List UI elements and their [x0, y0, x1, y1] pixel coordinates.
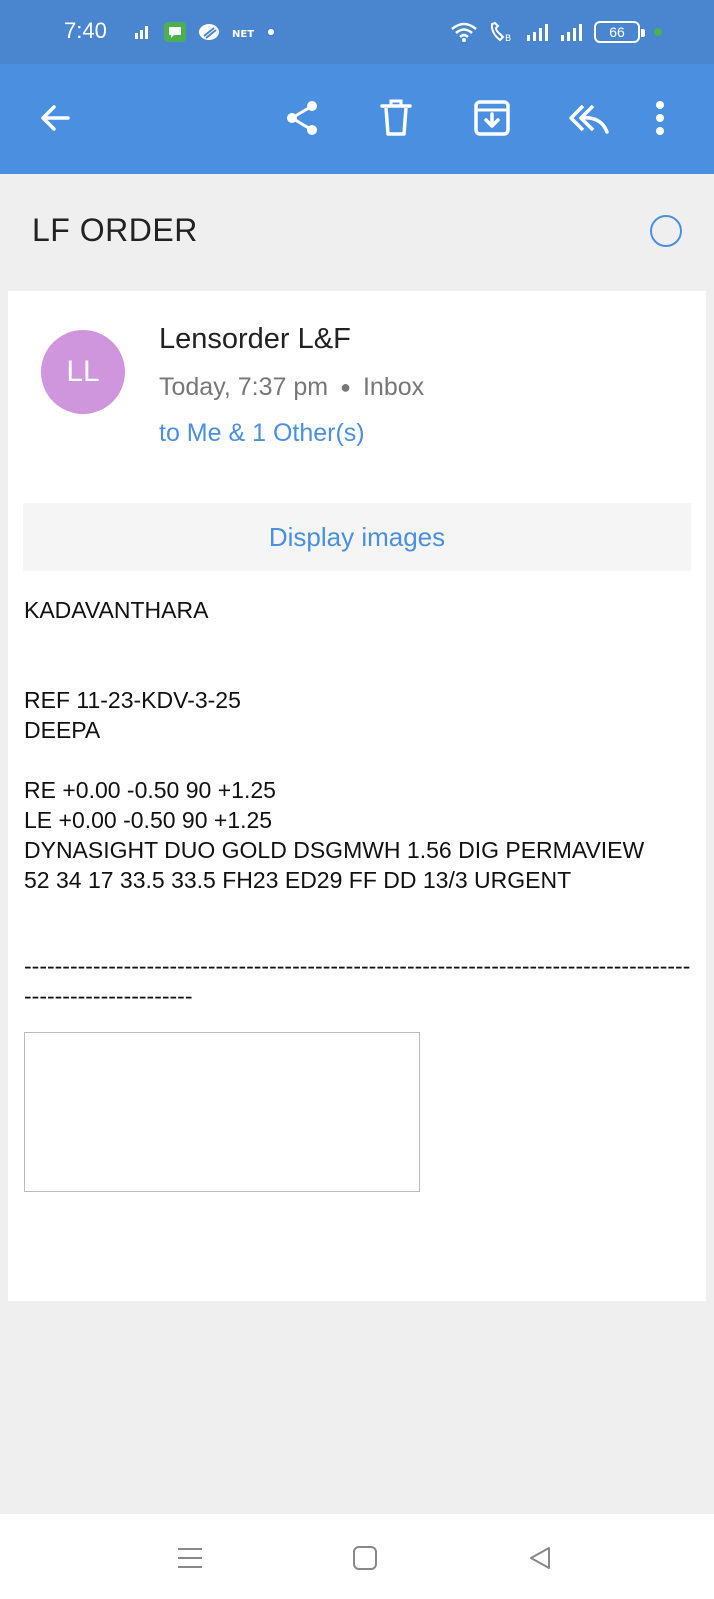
signal-bars-icon — [560, 23, 584, 41]
volte-call-icon: B — [488, 21, 516, 43]
body-line — [24, 625, 692, 655]
share-icon — [287, 101, 317, 135]
signal-small-icon — [134, 25, 152, 39]
menu-icon — [178, 1548, 202, 1568]
status-time: 7:40 — [64, 18, 107, 43]
home-square-icon — [353, 1546, 377, 1570]
battery-level: 66 — [609, 24, 625, 40]
more-vert-icon — [656, 101, 664, 135]
reply-all-icon — [569, 104, 609, 134]
body-line — [24, 655, 692, 685]
trash-icon — [380, 99, 412, 136]
status-left-icons: NET — [134, 20, 274, 44]
delete-button[interactable] — [370, 92, 422, 144]
select-circle-icon[interactable] — [650, 215, 682, 247]
recipients-link[interactable]: to Me & 1 Other(s) — [159, 419, 365, 448]
sender-name: Lensorder L&F — [159, 323, 351, 355]
email-folder: Inbox — [362, 373, 425, 401]
system-back-button[interactable] — [518, 1536, 562, 1580]
back-arrow-icon — [41, 105, 70, 131]
body-line — [24, 745, 692, 775]
recent-apps-button[interactable] — [168, 1536, 212, 1580]
archive-button[interactable] — [466, 92, 518, 144]
body-line: RE +0.00 -0.50 90 +1.25 — [24, 777, 276, 803]
display-images-button[interactable]: Display images — [23, 503, 691, 571]
share-button[interactable] — [276, 92, 328, 144]
avatar[interactable]: LL — [41, 330, 125, 414]
blocked-image-placeholder — [24, 1032, 420, 1192]
dot-icon — [268, 29, 274, 35]
message-icon — [164, 22, 186, 42]
home-button[interactable] — [343, 1536, 387, 1580]
charging-indicator — [654, 28, 662, 36]
email-subject: LF ORDER — [32, 212, 198, 248]
wifi-icon — [450, 21, 478, 43]
bullet-separator: ● — [340, 377, 351, 397]
reply-all-button[interactable] — [562, 92, 614, 144]
body-line: DEEPA — [24, 717, 101, 743]
status-right-icons: B 66 — [450, 18, 662, 46]
email-body: KADAVANTHARA REF 11-23-KDV-3-25 DEEPA RE… — [24, 595, 692, 895]
archive-icon — [474, 100, 510, 136]
back-triangle-icon — [530, 1547, 550, 1569]
pinwheel-icon — [198, 22, 220, 42]
body-line: REF 11-23-KDV-3-25 — [24, 687, 241, 713]
back-button[interactable] — [30, 92, 82, 144]
email-meta: Today, 7:37 pm ● Inbox — [159, 373, 424, 402]
avatar-initials: LL — [66, 355, 100, 388]
signal-bars-icon — [526, 23, 550, 41]
network-icon: NET — [232, 23, 256, 41]
body-line: KADAVANTHARA — [24, 597, 209, 623]
email-time: Today, 7:37 pm — [159, 373, 329, 401]
battery-icon: 66 — [594, 21, 645, 43]
body-line: 52 34 17 33.5 33.5 FH23 ED29 FF DD 13/3 … — [24, 867, 572, 893]
status-bar: 7:40 NET B 66 — [0, 0, 714, 64]
email-card: LL Lensorder L&F Today, 7:37 pm ● Inbox … — [8, 291, 706, 1301]
signature-separator: ----------------------------------------… — [24, 953, 691, 1009]
more-options-button[interactable] — [645, 92, 675, 144]
body-line: DYNASIGHT DUO GOLD DSGMWH 1.56 DIG PERMA… — [24, 837, 645, 863]
top-toolbar — [0, 64, 714, 174]
system-nav-bar — [0, 1514, 714, 1599]
svg-text:NET: NET — [232, 29, 254, 40]
body-line: LE +0.00 -0.50 90 +1.25 — [24, 807, 273, 833]
svg-text:B: B — [505, 34, 511, 43]
